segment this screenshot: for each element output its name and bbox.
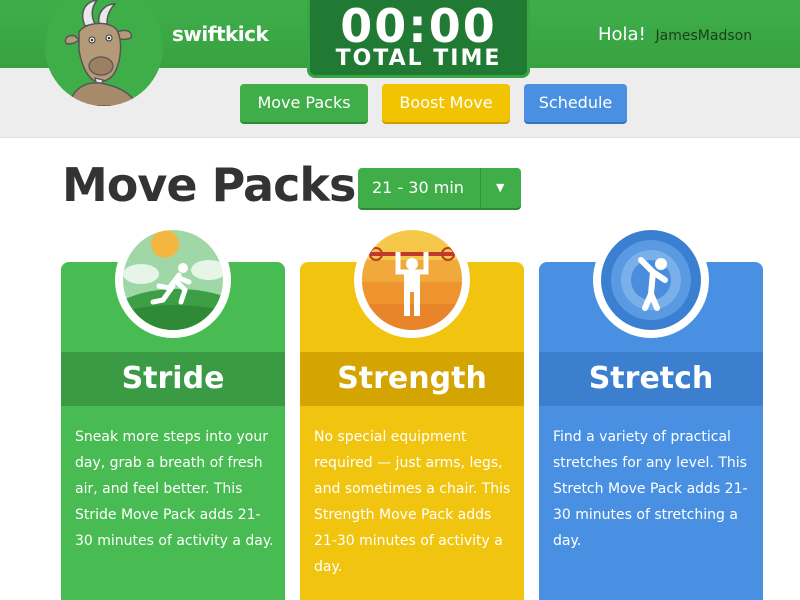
brand-wordmark: swiftkick — [172, 22, 269, 46]
card-title: Stride — [121, 361, 225, 396]
greeting-text: Hola! — [598, 24, 646, 45]
dropdown-divider — [480, 168, 481, 208]
duration-select[interactable]: 21 - 30 min ▼ — [358, 168, 521, 208]
user-greeting: Hola! JamesMadson — [598, 24, 752, 45]
move-packs-button[interactable]: Move Packs — [240, 84, 368, 122]
page-title: Move Packs — [62, 158, 356, 212]
runner-icon — [123, 230, 223, 330]
timer-digits: 00:00 — [340, 0, 497, 53]
card-description: Find a variety of practical stretches fo… — [553, 429, 748, 549]
weightlifter-icon — [362, 230, 462, 330]
caret-down-icon: ▼ — [496, 181, 505, 194]
stretching-figure-icon — [601, 230, 701, 330]
timer-label: TOTAL TIME — [335, 46, 502, 71]
strength-icon-badge[interactable] — [354, 222, 470, 338]
schedule-button[interactable]: Schedule — [524, 84, 627, 122]
stride-icon-badge[interactable] — [115, 222, 231, 338]
card-description: No special equipment required — just arm… — [314, 429, 511, 575]
card-description: Sneak more steps into your day, grab a b… — [75, 429, 274, 549]
total-time-timer: 00:00 TOTAL TIME — [307, 0, 530, 78]
username[interactable]: JamesMadson — [656, 28, 753, 44]
card-title: Stretch — [588, 361, 714, 396]
card-title: Strength — [337, 361, 487, 396]
stretch-icon-badge[interactable] — [593, 222, 709, 338]
boost-move-button[interactable]: Boost Move — [382, 84, 510, 122]
duration-select-value: 21 - 30 min — [372, 178, 464, 197]
